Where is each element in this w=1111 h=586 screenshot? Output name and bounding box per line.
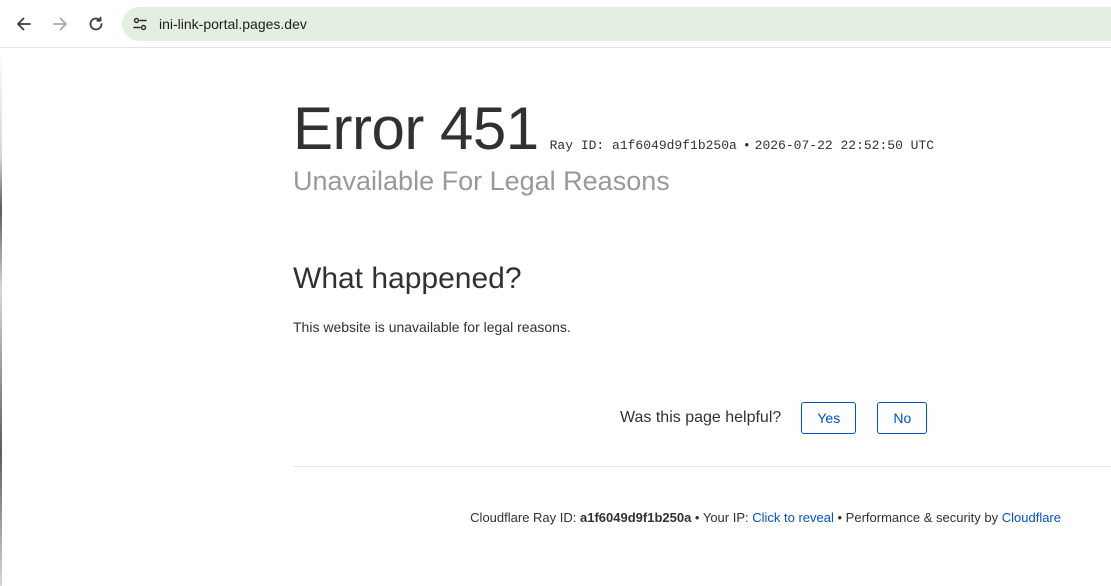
cloudflare-link[interactable]: Cloudflare xyxy=(1002,510,1061,525)
ray-id-label: Ray ID: a1f6049d9f1b250a xyxy=(549,138,737,153)
what-happened-title: What happened? xyxy=(293,262,522,295)
timestamp: 2026-07-22 22:52:50 UTC xyxy=(754,138,935,153)
footer-ray-prefix: Cloudflare Ray ID: xyxy=(470,510,580,525)
no-button[interactable]: No xyxy=(877,402,928,434)
footer-ray-value: a1f6049d9f1b250a xyxy=(580,510,692,525)
error-headline: Error 451 Ray ID: a1f6049d9f1b250a • 2026-… xyxy=(293,96,934,162)
footer-performance-label: • Performance & security by xyxy=(833,510,1002,525)
footer-ip-label: • Your IP: xyxy=(691,510,753,525)
what-happened-body: This website is unavailable for legal re… xyxy=(293,319,571,335)
ray-meta: Ray ID: a1f6049d9f1b250a • 2026-07-22 22:5… xyxy=(550,138,934,153)
footer-divider xyxy=(293,466,1111,467)
back-button[interactable] xyxy=(10,10,38,38)
browser-toolbar: ini-link-portal.pages.dev xyxy=(0,0,1111,48)
tune-icon xyxy=(133,17,147,31)
ray-separator: • xyxy=(742,138,751,153)
site-info-button[interactable] xyxy=(128,12,152,36)
reveal-ip-link[interactable]: Click to reveal xyxy=(752,510,834,525)
reload-button[interactable] xyxy=(82,10,110,38)
yes-button[interactable]: Yes xyxy=(801,402,857,434)
reload-icon xyxy=(89,16,103,31)
feedback-question: Was this page helpful? xyxy=(620,409,782,426)
address-bar[interactable]: ini-link-portal.pages.dev xyxy=(122,7,1111,41)
arrow-right-icon xyxy=(53,17,67,31)
feedback-row: Was this page helpful? Yes No xyxy=(620,402,928,434)
window-edge xyxy=(0,48,2,586)
error-title: Error 451 xyxy=(293,95,539,162)
footer: Cloudflare Ray ID: a1f6049d9f1b250a • Yo… xyxy=(470,510,1061,525)
arrow-left-icon xyxy=(17,17,31,31)
error-subtitle: Unavailable For Legal Reasons xyxy=(293,166,670,196)
forward-button[interactable] xyxy=(46,10,74,38)
url-text[interactable]: ini-link-portal.pages.dev xyxy=(159,16,307,32)
